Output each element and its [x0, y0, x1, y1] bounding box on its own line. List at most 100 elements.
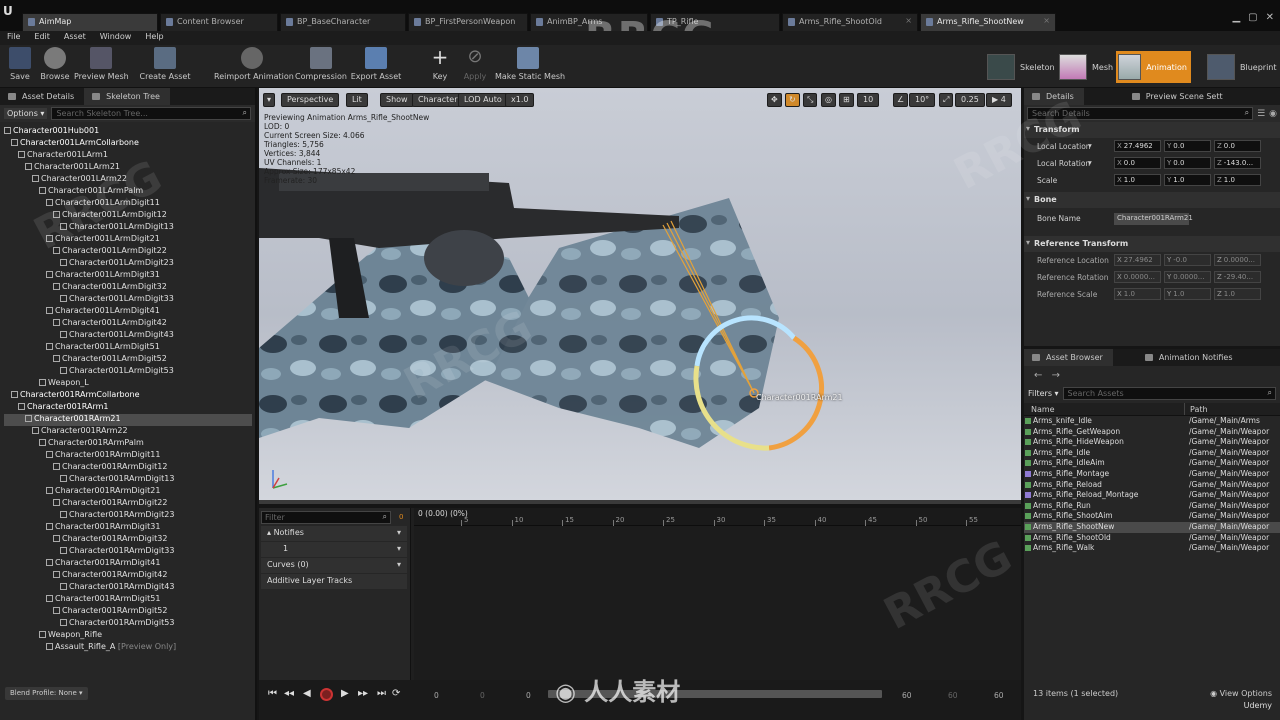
- asset-row[interactable]: Arms_Rifle_Reload/Game/_Main/Weapor: [1024, 480, 1280, 491]
- rotate-icon[interactable]: ↻: [785, 93, 800, 107]
- preview-viewport[interactable]: ▾ Perspective Lit Show Character LOD Aut…: [259, 88, 1021, 504]
- play-start[interactable]: 0: [526, 691, 531, 700]
- bone-row[interactable]: Character001RArm22: [4, 426, 252, 438]
- tab-arms-rifle-shootold[interactable]: Arms_Rifle_ShootOld ×: [782, 13, 918, 31]
- chevron-down-icon[interactable]: ▾: [1088, 141, 1092, 150]
- bone-row[interactable]: Character001LArmDigit21: [4, 234, 252, 246]
- bone-row[interactable]: Character001LArmDigit31: [4, 270, 252, 282]
- surface-snap-icon[interactable]: ⊞: [839, 93, 854, 107]
- local-rotation-z[interactable]: Z -143.0...: [1214, 157, 1261, 169]
- record-icon[interactable]: [320, 688, 333, 701]
- export-asset-button[interactable]: Export Asset: [350, 47, 402, 81]
- bone-row[interactable]: Character001LArmPalm: [4, 186, 252, 198]
- tab-skeleton-tree[interactable]: Skeleton Tree: [84, 88, 170, 105]
- bone-row[interactable]: Character001RArmDigit52: [4, 606, 252, 618]
- notify-track-1[interactable]: 1 ▾: [261, 542, 407, 557]
- preview-mesh-button[interactable]: Preview Mesh: [74, 47, 129, 81]
- bone-row[interactable]: Character001RArmDigit12: [4, 462, 252, 474]
- close-window-icon[interactable]: ✕: [1266, 12, 1274, 23]
- bone-row[interactable]: Character001LArmDigit32: [4, 282, 252, 294]
- bone-row[interactable]: Character001RArmDigit31: [4, 522, 252, 534]
- bone-row[interactable]: Character001LArmDigit51: [4, 342, 252, 354]
- details-search-input[interactable]: Search Details ⌕: [1027, 107, 1254, 120]
- key-button[interactable]: + Key: [429, 47, 451, 81]
- asset-row[interactable]: Arms_Rifle_Walk/Game/_Main/Weapor: [1024, 543, 1280, 554]
- local-location-y[interactable]: Y 0.0: [1164, 140, 1211, 152]
- bone-row[interactable]: Character001LArmDigit53: [4, 366, 252, 378]
- forward-arrow-icon[interactable]: →: [1052, 370, 1060, 381]
- maximize-icon[interactable]: ▢: [1248, 12, 1257, 23]
- world-local-icon[interactable]: ◎: [821, 93, 836, 107]
- range-start[interactable]: 0: [434, 691, 439, 700]
- bone-row[interactable]: Character001RArmDigit13: [4, 474, 252, 486]
- bone-row[interactable]: Assault_Rifle_A [Preview Only]: [4, 642, 252, 654]
- asset-row[interactable]: Arms_Rifle_Montage/Game/_Main/Weapor: [1024, 469, 1280, 480]
- eye-icon[interactable]: ◉: [1269, 109, 1277, 119]
- chevron-down-icon[interactable]: ▾: [1088, 158, 1092, 167]
- scale-z[interactable]: Z 1.0: [1214, 174, 1261, 186]
- tab-arms-rifle-shootnew[interactable]: Arms_Rifle_ShootNew ×: [920, 13, 1056, 31]
- viewport-options-dropdown[interactable]: ▾: [263, 93, 276, 107]
- chevron-down-icon[interactable]: ▾: [397, 544, 401, 553]
- step-back-icon[interactable]: ◂◂: [284, 688, 294, 699]
- mode-blueprint-button[interactable]: Blueprint: [1205, 51, 1280, 83]
- track-area[interactable]: [414, 526, 1021, 680]
- bone-row[interactable]: Character001RArmDigit43: [4, 582, 252, 594]
- bone-row[interactable]: Weapon_L: [4, 378, 252, 390]
- bone-row[interactable]: Character001RArmDigit22: [4, 498, 252, 510]
- save-button[interactable]: Save: [6, 47, 34, 81]
- play-reverse-icon[interactable]: ◀: [303, 688, 311, 699]
- asset-search-input[interactable]: Search Assets ⌕: [1062, 387, 1276, 400]
- local-location-z[interactable]: Z 0.0: [1214, 140, 1261, 152]
- tab-preview-scene-settings[interactable]: Preview Scene Sett: [1124, 88, 1233, 105]
- chevron-down-icon[interactable]: ▾: [397, 560, 401, 569]
- bone-row[interactable]: Character001LArmDigit43: [4, 330, 252, 342]
- grid-snap-value[interactable]: 10: [857, 93, 880, 107]
- browse-button[interactable]: Browse: [38, 47, 72, 81]
- menu-edit[interactable]: Edit: [27, 31, 57, 45]
- bone-row[interactable]: Weapon_Rifle: [4, 630, 252, 642]
- asset-row[interactable]: Arms_Rifle_Run/Game/_Main/Weapor: [1024, 501, 1280, 512]
- bone-row[interactable]: Character001RArm21: [4, 414, 252, 426]
- scale-snap-icon[interactable]: ⤢: [939, 93, 954, 107]
- bone-row[interactable]: Character001LArmDigit52: [4, 354, 252, 366]
- reimport-animation-button[interactable]: Reimport Animation: [214, 47, 294, 81]
- tab-aimmap[interactable]: AimMap: [22, 13, 158, 31]
- blend-profile-dropdown[interactable]: Blend Profile: None ▾: [5, 687, 88, 700]
- bone-row[interactable]: Character001RArmDigit41: [4, 558, 252, 570]
- chevron-down-icon[interactable]: ▾: [397, 528, 401, 537]
- bone-row[interactable]: Character001LArm1: [4, 150, 252, 162]
- translate-icon[interactable]: ✥: [767, 93, 782, 107]
- play-icon[interactable]: ▶: [341, 688, 349, 699]
- mode-mesh-button[interactable]: Mesh: [1057, 51, 1117, 83]
- asset-row[interactable]: Arms_Rifle_ShootAim/Game/_Main/Weapor: [1024, 511, 1280, 522]
- scale-snap-value[interactable]: 0.25: [955, 93, 985, 107]
- bone-row[interactable]: Character001RArmDigit11: [4, 450, 252, 462]
- asset-row[interactable]: Arms_Rifle_Reload_Montage/Game/_Main/Wea…: [1024, 490, 1280, 501]
- tab-bp-first-person-weapon[interactable]: BP_FirstPersonWeapon: [408, 13, 528, 31]
- skip-to-end-icon[interactable]: ⏭: [377, 688, 386, 699]
- bone-row[interactable]: Character001RArmDigit32: [4, 534, 252, 546]
- loop-icon[interactable]: ⟳: [392, 688, 400, 699]
- asset-row[interactable]: Arms_Rifle_IdleAim/Game/_Main/Weapor: [1024, 458, 1280, 469]
- bone-row[interactable]: Character001RArmPalm: [4, 438, 252, 450]
- local-rotation-x[interactable]: X 0.0: [1114, 157, 1161, 169]
- bone-row[interactable]: Character001LArmDigit41: [4, 306, 252, 318]
- asset-row[interactable]: Arms_knife_Idle/Game/_Main/Arms: [1024, 416, 1280, 427]
- playback-speed-button[interactable]: x1.0: [505, 93, 535, 107]
- tab-animation-notifies[interactable]: Animation Notifies: [1137, 349, 1243, 366]
- column-name[interactable]: Name: [1024, 403, 1184, 415]
- bone-row[interactable]: Character001LArmDigit13: [4, 222, 252, 234]
- tab-asset-details[interactable]: Asset Details: [0, 88, 84, 105]
- back-arrow-icon[interactable]: ←: [1034, 370, 1042, 381]
- asset-row[interactable]: Arms_Rifle_ShootOld/Game/_Main/Weapor: [1024, 533, 1280, 544]
- skip-to-start-icon[interactable]: ⏮: [268, 688, 277, 699]
- menu-window[interactable]: Window: [93, 31, 139, 45]
- asset-row[interactable]: Arms_Rifle_Idle/Game/_Main/Weapor: [1024, 448, 1280, 459]
- view-options-button[interactable]: ◉ View Options: [1210, 689, 1272, 698]
- bone-row[interactable]: Character001LArmDigit22: [4, 246, 252, 258]
- bone-row[interactable]: Character001LArmDigit11: [4, 198, 252, 210]
- compression-button[interactable]: Compression: [294, 47, 348, 81]
- bone-row[interactable]: Character001LArmDigit12: [4, 210, 252, 222]
- mode-skeleton-button[interactable]: Skeleton: [985, 51, 1059, 83]
